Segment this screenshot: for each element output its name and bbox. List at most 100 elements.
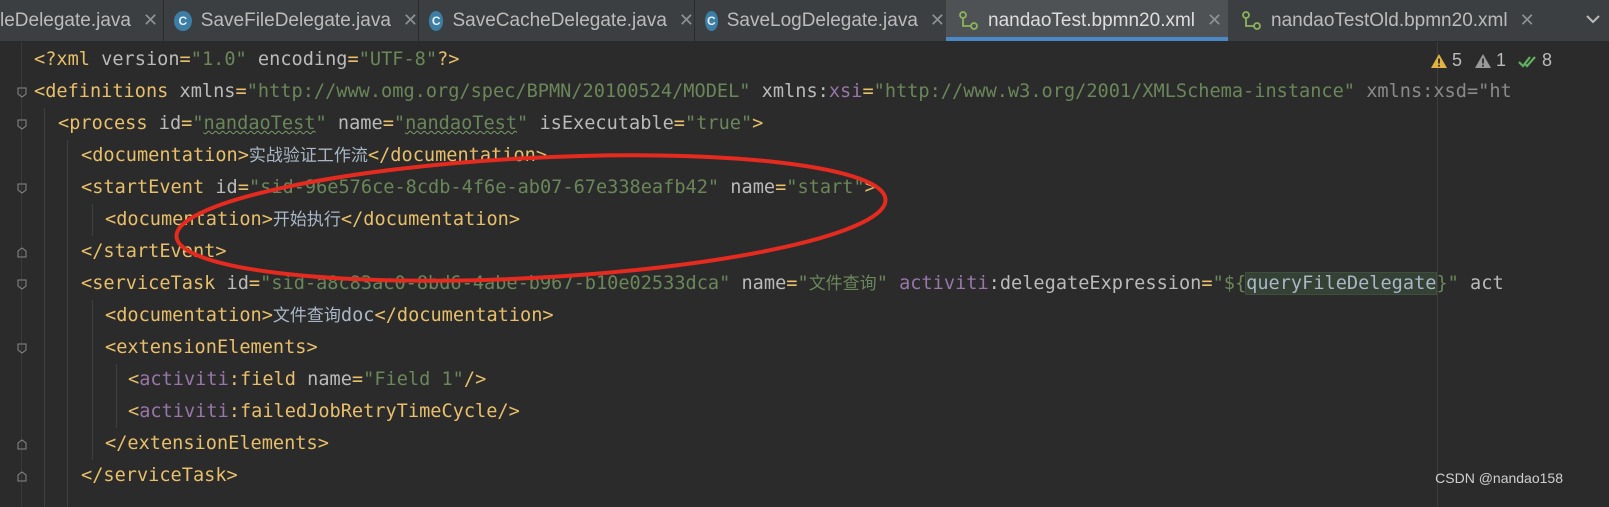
indent-guide [92, 204, 93, 236]
close-icon[interactable]: ✕ [1520, 10, 1535, 31]
code-line[interactable]: <startEvent id="sid-96e576ce-8cdb-4f6e-a… [81, 172, 876, 204]
code-token: "${ [1212, 273, 1247, 294]
code-token: "Field 1" [363, 369, 464, 390]
code-line[interactable]: </serviceTask> [81, 460, 238, 492]
code-token: 文件查询 [808, 274, 877, 294]
code-token: encoding [246, 49, 348, 70]
code-line[interactable]: <definitions xmlns="http://www.omg.org/s… [34, 76, 1512, 108]
class-icon: C [429, 10, 444, 31]
chevron-down-icon[interactable] [1585, 8, 1601, 32]
code-token: <process [58, 113, 159, 134]
code-line[interactable]: <?xml version="1.0" encoding="UTF-8"?> [34, 44, 459, 76]
code-line[interactable]: </extensionElements> [105, 428, 329, 460]
code-token: :failedJobRetryTimeCycle/> [228, 401, 520, 422]
code-token: name [307, 369, 352, 390]
code-token: isExecutable [528, 113, 674, 134]
code-token: <?xml [34, 49, 102, 70]
editor-tab-bar: leDelegate.java ✕ C SaveFileDelegate.jav… [0, 0, 1609, 42]
weak-warning-icon [1475, 53, 1492, 68]
code-token: "sid-96e576ce-8cdb-4f6e-ab07-67e338eafb4… [248, 177, 720, 198]
warnings-count: 5 [1452, 50, 1463, 70]
tab-label: SaveLogDelegate.java [726, 9, 918, 31]
code-token: <definitions [34, 81, 180, 102]
code-line[interactable]: <serviceTask id="sid-a8c83ac0-8bd6-4abe-… [81, 268, 1504, 300]
code-token: "1.0" [190, 49, 247, 70]
code-token: > [752, 113, 764, 134]
code-line[interactable]: <documentation>开始执行</documentation> [105, 204, 520, 236]
tab-nandaoTest-bpmn[interactable]: nandaoTest.bpmn20.xml ✕ [946, 0, 1228, 41]
code-line[interactable]: <activiti:failedJobRetryTimeCycle/> [128, 396, 520, 428]
tab-label: SaveFileDelegate.java [200, 9, 391, 31]
code-token: "true" [684, 113, 753, 134]
code-token: </startEvent> [81, 241, 227, 262]
code-editor[interactable]: <?xml version="1.0" encoding="UTF-8"?> <d… [0, 42, 1609, 507]
tab-SaveCacheDelegate[interactable]: C SaveCacheDelegate.java ✕ [419, 0, 694, 41]
class-icon: C [705, 10, 718, 31]
code-line[interactable]: <activiti:field name="Field 1"/> [128, 364, 486, 396]
indent-guide [67, 140, 68, 507]
close-icon[interactable]: ✕ [679, 10, 694, 31]
code-token: xmlns [179, 81, 236, 102]
fold-icon[interactable] [17, 343, 27, 354]
code-token: "start" [786, 177, 865, 198]
code-token: " [315, 113, 327, 134]
code-line[interactable]: <documentation>文件查询doc</documentation> [105, 300, 554, 332]
fold-icon[interactable] [17, 279, 27, 290]
code-line[interactable]: <extensionElements> [105, 332, 318, 364]
close-icon[interactable]: ✕ [403, 10, 418, 31]
code-token: = [862, 81, 874, 102]
code-line[interactable]: <process id="nandaoTest" name="nandaoTes… [58, 108, 763, 140]
code-token: 实战验证工作流 [248, 146, 368, 166]
code-token: activiti [899, 273, 989, 294]
tab-SaveFileDelegate[interactable]: C SaveFileDelegate.java ✕ [164, 0, 418, 41]
fold-icon[interactable] [17, 439, 27, 450]
warnings-indicator[interactable]: 5 [1430, 50, 1462, 71]
code-token: = [179, 49, 191, 70]
code-token: = [235, 81, 247, 102]
code-token: " [876, 273, 888, 294]
code-token: </serviceTask> [81, 465, 238, 486]
code-token: act [1458, 273, 1504, 294]
close-icon[interactable]: ✕ [1207, 10, 1222, 31]
code-token: ?> [437, 49, 460, 70]
close-icon[interactable]: ✕ [143, 10, 158, 31]
code-token: name [719, 177, 776, 198]
weak-warnings-indicator[interactable]: 1 [1474, 50, 1506, 71]
indent-guide [44, 108, 45, 507]
code-token: = [351, 369, 364, 390]
code-token: > [864, 177, 876, 198]
fold-icon[interactable] [17, 247, 27, 258]
tab-SaveLogDelegate[interactable]: C SaveLogDelegate.java ✕ [695, 0, 945, 41]
fold-icon[interactable] [17, 87, 27, 98]
code-token: = [237, 177, 249, 198]
code-line[interactable]: <documentation>实战验证工作流</documentation> [81, 140, 547, 172]
code-token: <serviceTask [81, 273, 227, 294]
code-line[interactable]: </startEvent> [81, 236, 227, 268]
code-token: xmlns: [750, 81, 829, 102]
fold-icon[interactable] [17, 471, 27, 482]
fold-icon[interactable] [17, 183, 27, 194]
code-token: <startEvent [81, 177, 216, 198]
code-token: " [517, 113, 529, 134]
tab-nandaoTestOld-bpmn[interactable]: nandaoTestOld.bpmn20.xml ✕ [1229, 0, 1559, 41]
xml-tree-icon [1241, 10, 1263, 32]
code-token: "http://www.omg.org/spec/BPMN/20100524/M… [246, 81, 751, 102]
ok-indicator[interactable]: 8 [1518, 50, 1552, 71]
code-token: <documentation> [105, 209, 273, 230]
code-token: version [101, 49, 180, 70]
code-token: activiti [139, 369, 229, 390]
inspection-widget[interactable]: 5 1 8 [1430, 50, 1558, 71]
code-token: name [326, 113, 383, 134]
code-token: name [730, 273, 787, 294]
indent-guide [116, 364, 117, 428]
close-icon[interactable]: ✕ [930, 10, 945, 31]
fold-icon[interactable] [17, 119, 27, 130]
code-token: </documentation> [374, 305, 554, 326]
code-token: < [128, 369, 140, 390]
tab-leDelegate[interactable]: leDelegate.java ✕ [0, 0, 163, 41]
tab-label: SaveCacheDelegate.java [452, 9, 667, 31]
code-token: doc [340, 305, 375, 326]
code-token: 开始执行 [272, 210, 341, 230]
code-token: /> [463, 369, 487, 390]
